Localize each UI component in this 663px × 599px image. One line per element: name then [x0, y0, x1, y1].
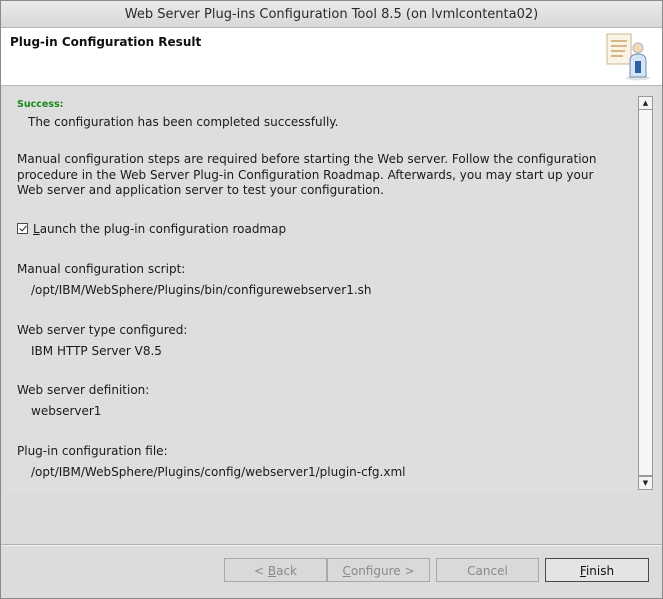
script-label: Manual configuration script:: [17, 262, 186, 276]
configure-button-mnemonic: C: [342, 564, 351, 578]
scroll-down-icon[interactable]: ▼: [639, 476, 652, 489]
finish-button[interactable]: Finish: [545, 558, 649, 582]
back-button-prefix: <: [253, 564, 268, 578]
document-person-icon: [604, 31, 652, 81]
cancel-button-label: Cancel: [467, 564, 508, 578]
scroll-up-icon[interactable]: ▲: [639, 97, 652, 110]
back-button[interactable]: < Back: [224, 558, 327, 582]
success-label: Success:: [17, 99, 64, 110]
back-button-label: ack: [276, 564, 297, 578]
plugin-config-label: Plug-in configuration file:: [17, 444, 168, 458]
window-title: Web Server Plug-ins Configuration Tool 8…: [124, 7, 539, 22]
launch-roadmap-checkbox[interactable]: Launch the plug-in configuration roadmap: [17, 222, 286, 236]
wizard-header: Plug-in Configuration Result: [1, 28, 662, 86]
cancel-button[interactable]: Cancel: [436, 558, 539, 582]
success-message: The configuration has been completed suc…: [28, 115, 339, 129]
result-panel: Success: The configuration has been comp…: [4, 90, 657, 492]
checkbox-checked-icon[interactable]: [17, 223, 28, 234]
back-button-mnemonic: B: [267, 564, 277, 578]
server-type-label: Web server type configured:: [17, 323, 188, 337]
configure-button[interactable]: Configure >: [327, 558, 430, 582]
vertical-scrollbar[interactable]: ▲ ▼: [638, 96, 653, 490]
footer-divider-highlight: [1, 545, 662, 546]
checkbox-label-mnemonic: L: [33, 222, 40, 236]
configure-button-label: onfigure >: [350, 564, 415, 578]
page-title: Plug-in Configuration Result: [10, 35, 202, 49]
server-definition-label: Web server definition:: [17, 383, 150, 397]
title-bar[interactable]: Web Server Plug-ins Configuration Tool 8…: [1, 1, 662, 28]
dialog-window: Web Server Plug-ins Configuration Tool 8…: [0, 0, 663, 599]
plugin-config-value: /opt/IBM/WebSphere/Plugins/config/webser…: [31, 465, 406, 479]
checkbox-label: aunch the plug-in configuration roadmap: [39, 222, 287, 236]
server-definition-value: webserver1: [31, 404, 102, 418]
finish-button-label: inish: [585, 564, 615, 578]
instructions-text: Manual configuration steps are required …: [17, 152, 597, 197]
server-type-value: IBM HTTP Server V8.5: [31, 344, 162, 358]
script-value: /opt/IBM/WebSphere/Plugins/bin/configure…: [31, 283, 372, 297]
scroll-thumb[interactable]: [639, 110, 652, 476]
